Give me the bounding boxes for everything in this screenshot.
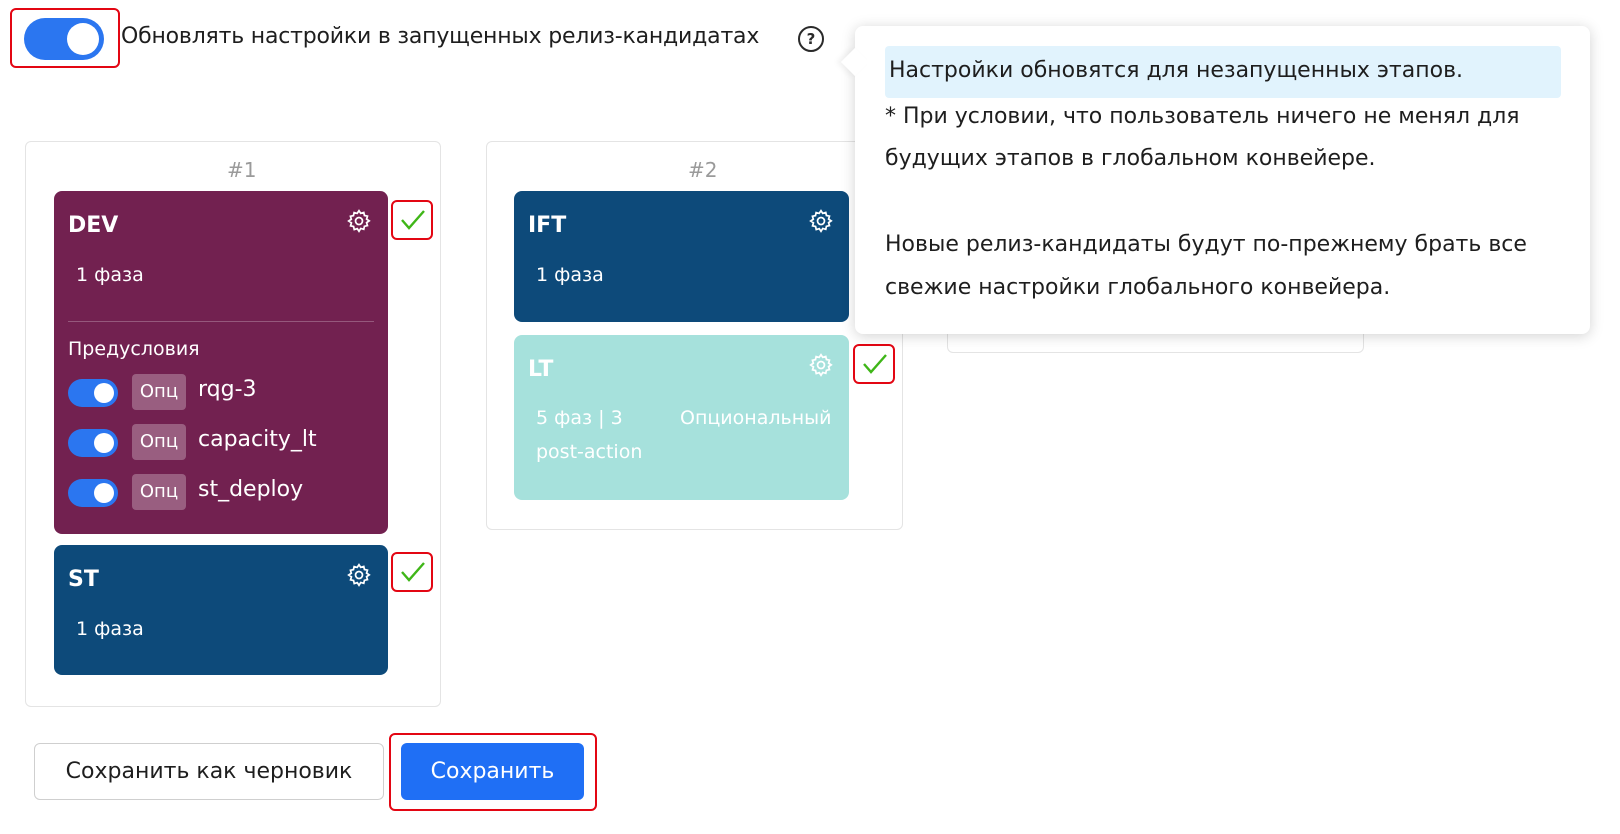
gear-icon[interactable] [808,208,834,234]
preconditions-title: Предусловия [68,338,200,360]
update-running-candidates-toggle[interactable] [24,18,104,60]
stage-phase: 1 фаза [536,264,604,286]
tooltip-text-line: свежие настройки глобального конвейера. [885,275,1391,300]
stage-optional-label: Опциональный [680,407,832,429]
save-button[interactable]: Сохранить [401,743,584,800]
stage-card-dev[interactable]: DEV 1 фаза Предусловия Опц rqg-3 Опц cap… [54,191,388,534]
precondition-name: capacity_lt [198,427,317,452]
stage-phase: 1 фаза [76,618,144,640]
stage-card-ift[interactable]: IFT 1 фаза [514,191,849,322]
stage-phase: 5 фаз | 3 [536,407,623,429]
precondition-toggle[interactable] [68,429,118,457]
update-settings-label: Обновлять настройки в запущенных релиз-к… [121,24,760,49]
stage-title: IFT [528,213,567,238]
help-tooltip: Настройки обновятся для незапущенных эта… [855,26,1590,334]
stage-card-lt[interactable]: LT 5 фаз | 3 post-action Опциональный [514,335,849,500]
tooltip-text-line: будущих этапов в глобальном конвейере. [885,146,1376,171]
optional-tag: Опц [132,374,186,410]
tooltip-text-line: * При условии, что пользователь ничего н… [885,104,1520,129]
optional-tag: Опц [132,474,186,510]
toggle-knob [94,383,114,403]
toggle-knob [94,433,114,453]
column-number-2: #2 [688,158,718,182]
precondition-row: Опц rqg-3 [68,374,368,410]
stage-card-st[interactable]: ST 1 фаза [54,545,388,675]
precondition-toggle[interactable] [68,379,118,407]
checkmark-icon [863,354,887,374]
stage-check-st[interactable] [391,552,433,592]
tooltip-highlight-text: Настройки обновятся для незапущенных эта… [889,58,1464,83]
question-circle-icon[interactable]: ? [798,26,824,52]
stage-check-dev[interactable] [391,200,433,240]
gear-icon[interactable] [808,352,834,378]
precondition-name: rqg-3 [198,377,257,402]
toggle-knob [94,483,114,503]
stage-title: LT [528,357,554,382]
stage-divider [68,321,374,322]
checkmark-icon [401,210,425,230]
stage-title: ST [68,567,99,592]
column-number-1: #1 [227,158,257,182]
save-draft-button[interactable]: Сохранить как черновик [34,743,384,800]
precondition-row: Опц st_deploy [68,474,368,510]
optional-tag: Опц [132,424,186,460]
gear-icon[interactable] [346,562,372,588]
stage-check-lt[interactable] [853,344,895,384]
precondition-name: st_deploy [198,477,304,502]
stage-title: DEV [68,213,119,238]
stage-phase: 1 фаза [76,264,144,286]
precondition-toggle[interactable] [68,479,118,507]
gear-icon[interactable] [346,208,372,234]
stage-phase-postaction: post-action [536,441,643,463]
toggle-knob [67,23,99,55]
precondition-row: Опц capacity_lt [68,424,368,460]
checkmark-icon [401,562,425,582]
tooltip-text-line: Новые релиз-кандидаты будут по-прежнему … [885,232,1527,257]
